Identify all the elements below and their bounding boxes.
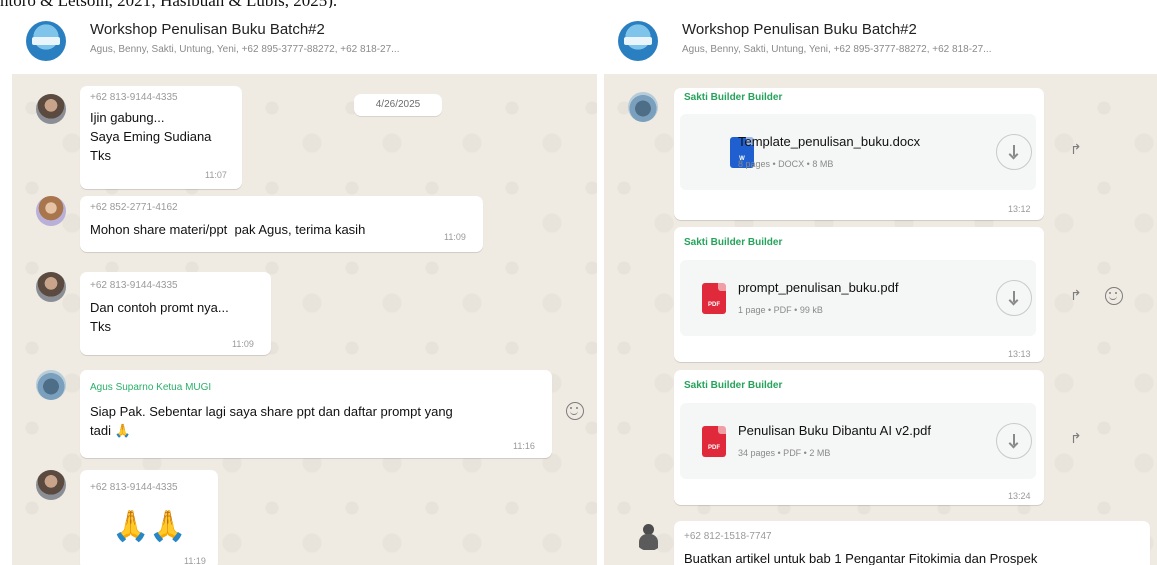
sender-name: +62 852-2771-4162 [90,202,178,213]
forward-icon[interactable]: ↱ [1070,431,1090,445]
message-line: tadi 🙏 [90,423,131,438]
message-time: 11:16 [513,441,535,451]
message-time: 11:09 [444,232,466,242]
message-time: 11:07 [205,170,227,180]
message-line: Ijin gabung... [90,110,165,125]
message-line: Tks [90,319,111,334]
sender-avatar[interactable] [36,370,66,400]
group-avatar[interactable] [26,21,66,61]
message-line: Tks [90,148,111,163]
react-emoji-icon[interactable] [566,402,584,420]
file-meta: 1 page • PDF • 99 kB [738,305,823,315]
chat-header[interactable]: Workshop Penulisan Buku Batch#2 Agus, Be… [604,8,1157,74]
message-line: Siap Pak. Sebentar lagi saya share ppt d… [90,404,453,419]
file-card[interactable]: W Template_penulisan_buku.docx 8 pages •… [680,114,1036,190]
sender-name: +62 813-9144-4335 [90,482,178,493]
sender-avatar[interactable] [36,272,66,302]
message-bubble[interactable]: +62 812-1518-7747 Buatkan artikel untuk … [674,521,1150,565]
chat-panel-left: Workshop Penulisan Buku Batch#2 Agus, Be… [12,8,597,565]
file-meta: 8 pages • DOCX • 8 MB [738,159,834,169]
sender-avatar[interactable] [628,92,658,122]
sender-avatar[interactable] [36,196,66,226]
group-members: Agus, Benny, Sakti, Untung, Yeni, +62 89… [90,44,400,55]
file-message-bubble[interactable]: Sakti Builder Builder PDF Penulisan Buku… [674,370,1044,505]
file-meta: 34 pages • PDF • 2 MB [738,448,831,458]
group-members: Agus, Benny, Sakti, Untung, Yeni, +62 89… [682,44,992,55]
sender-name: +62 813-9144-4335 [90,92,178,103]
sender-avatar[interactable] [36,94,66,124]
group-title: Workshop Penulisan Buku Batch#2 [90,21,325,38]
message-time: 11:09 [232,339,254,349]
group-avatar[interactable] [618,21,658,61]
group-title: Workshop Penulisan Buku Batch#2 [682,21,917,38]
sender-avatar[interactable] [36,470,66,500]
pdf-file-icon: PDF [702,283,726,314]
file-card[interactable]: PDF prompt_penulisan_buku.pdf 1 page • P… [680,260,1036,336]
file-card[interactable]: PDF Penulisan Buku Dibantu AI v2.pdf 34 … [680,403,1036,479]
pdf-file-icon: PDF [702,426,726,457]
message-line: Saya Eming Sudiana [90,129,212,144]
pray-emoji: 🙏🙏 [112,510,187,543]
forward-icon[interactable]: ↱ [1070,288,1090,302]
message-line: Dan contoh promt nya... [90,300,229,315]
date-chip: 4/26/2025 [354,94,442,116]
download-button[interactable] [996,423,1032,459]
file-name: prompt_penulisan_buku.pdf [738,280,899,295]
forward-icon[interactable]: ↱ [1070,142,1090,156]
message-time: 13:24 [1008,491,1031,501]
sender-name: +62 813-9144-4335 [90,280,178,291]
message-time: 13:13 [1008,349,1031,359]
pray-emoji: 🙏 [114,423,131,438]
sender-name: Sakti Builder Builder [684,237,783,248]
sender-name: Sakti Builder Builder [684,380,783,391]
sender-name: Agus Suparno Ketua MUGI [90,382,212,393]
message-line: Mohon share materi/ppt pak Agus, terima … [90,222,366,237]
message-bubble[interactable]: +62 813-9144-4335 🙏🙏 11:19 [80,470,218,565]
message-line: Buatkan artikel untuk bab 1 Pengantar Fi… [684,551,1038,565]
message-bubble[interactable]: +62 813-9144-4335 Dan contoh promt nya..… [80,272,271,355]
download-button[interactable] [996,134,1032,170]
file-name: Penulisan Buku Dibantu AI v2.pdf [738,423,931,438]
message-bubble[interactable]: +62 852-2771-4162 Mohon share materi/ppt… [80,196,483,252]
sender-name: Sakti Builder Builder [684,92,783,103]
react-emoji-icon[interactable] [1105,287,1123,305]
download-button[interactable] [996,280,1032,316]
file-message-bubble[interactable]: Sakti Builder Builder PDF prompt_penulis… [674,227,1044,362]
sender-name: +62 812-1518-7747 [684,531,772,542]
chat-header[interactable]: Workshop Penulisan Buku Batch#2 Agus, Be… [12,8,597,74]
message-bubble[interactable]: +62 813-9144-4335 Ijin gabung... Saya Em… [80,86,242,189]
message-time: 11:19 [184,556,206,565]
message-bubble[interactable]: Agus Suparno Ketua MUGI Siap Pak. Sebent… [80,370,552,458]
file-name: Template_penulisan_buku.docx [738,134,921,149]
message-time: 13:12 [1008,204,1031,214]
chat-panel-right: Workshop Penulisan Buku Batch#2 Agus, Be… [604,8,1157,565]
file-message-bubble[interactable]: Sakti Builder Builder W Template_penulis… [674,88,1044,220]
sender-avatar[interactable] [634,521,664,551]
